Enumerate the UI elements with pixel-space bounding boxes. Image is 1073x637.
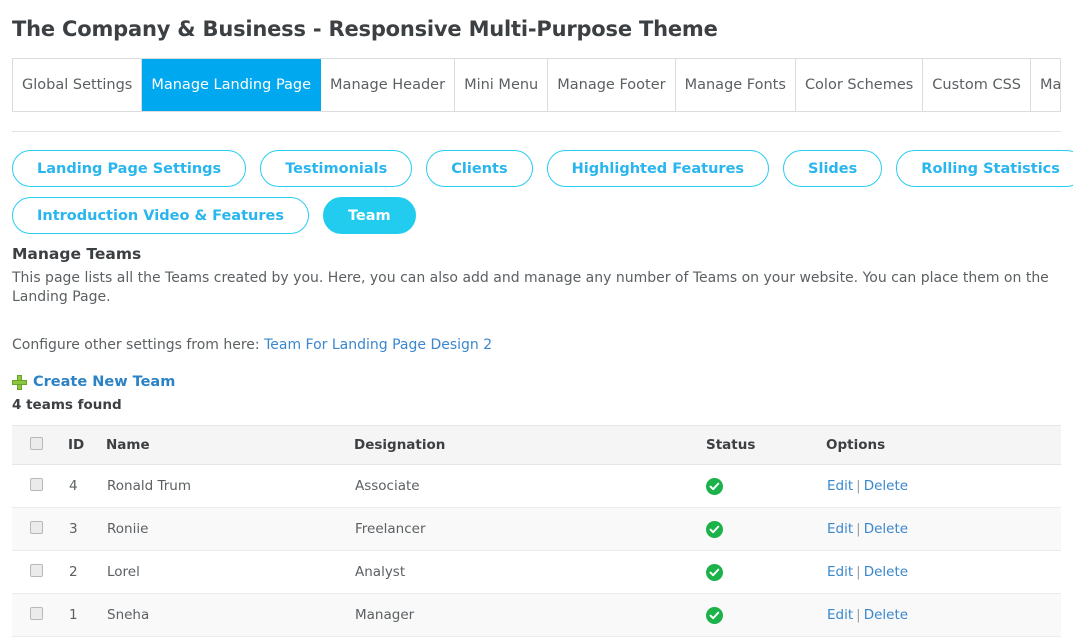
- table-row: 3 Roniie Freelancer Edit | Delete: [12, 507, 1061, 551]
- cell-name: Lorel: [106, 550, 354, 594]
- page-title: The Company & Business - Responsive Mult…: [12, 17, 718, 41]
- pill-highlighted-features[interactable]: Highlighted Features: [546, 150, 770, 187]
- delete-link[interactable]: Delete: [864, 478, 908, 494]
- tab-manage-landing-page[interactable]: Manage Landing Page: [142, 59, 322, 111]
- tab-custom-css[interactable]: Custom CSS: [923, 59, 1031, 111]
- row-checkbox[interactable]: [30, 606, 43, 620]
- pill-rolling-statistics[interactable]: Rolling Statistics: [896, 150, 1073, 187]
- pill-testimonials[interactable]: Testimonials: [260, 150, 413, 187]
- section-title: Manage Teams: [12, 245, 142, 263]
- page-root: The Company & Business - Responsive Mult…: [0, 0, 1073, 637]
- cell-options: Edit | Delete: [826, 593, 1061, 637]
- status-active-icon: [706, 520, 723, 538]
- pill-introduction-video-and-features[interactable]: Introduction Video & Features: [12, 197, 309, 234]
- cell-designation: Associate: [354, 464, 706, 508]
- pill-slides[interactable]: Slides: [783, 150, 883, 187]
- landing-page-section-pills: Landing Page Settings Testimonials Clien…: [12, 150, 1073, 234]
- tab-manage-footer[interactable]: Manage Footer: [548, 59, 676, 111]
- configure-other-settings: Configure other settings from here: Team…: [12, 337, 1061, 353]
- configure-prefix-text: Configure other settings from here:: [12, 337, 260, 353]
- create-new-team-row[interactable]: Create New Team: [12, 374, 1061, 390]
- status-active-icon: [706, 606, 723, 624]
- cell-status: [706, 550, 826, 594]
- options-separator: |: [856, 478, 861, 494]
- create-new-team-label[interactable]: Create New Team: [33, 374, 175, 390]
- section-description: This page lists all the Teams created by…: [12, 270, 1049, 305]
- cell-status: [706, 507, 826, 551]
- tab-manage-fonts[interactable]: Manage Fonts: [675, 59, 796, 111]
- team-for-landing-page-design-2-link[interactable]: Team For Landing Page Design 2: [264, 337, 492, 353]
- teams-table-body: 4 Ronald Trum Associate Edit | Delete 3 Ro…: [12, 464, 1061, 637]
- cell-id: 2: [68, 550, 106, 594]
- cell-options: Edit | Delete: [826, 550, 1061, 594]
- pill-landing-page-settings[interactable]: Landing Page Settings: [12, 150, 247, 187]
- row-checkbox[interactable]: [30, 520, 43, 534]
- teams-table: ID Name Designation Status Options 4 Ron…: [12, 425, 1061, 637]
- select-all-header: [12, 425, 68, 465]
- teams-found-count: 4 teams found: [12, 397, 122, 413]
- column-header-status[interactable]: Status: [706, 425, 826, 465]
- column-header-designation[interactable]: Designation: [354, 425, 706, 465]
- cell-name: Sneha: [106, 593, 354, 637]
- table-row: 1 Sneha Manager Edit | Delete: [12, 593, 1061, 637]
- cell-options: Edit | Delete: [826, 507, 1061, 551]
- table-row: 2 Lorel Analyst Edit | Delete: [12, 550, 1061, 594]
- edit-link[interactable]: Edit: [827, 521, 853, 537]
- options-separator: |: [856, 564, 861, 580]
- delete-link[interactable]: Delete: [864, 564, 908, 580]
- table-row: 4 Ronald Trum Associate Edit | Delete: [12, 464, 1061, 508]
- edit-link[interactable]: Edit: [827, 607, 853, 623]
- cell-status: [706, 464, 826, 508]
- pill-clients[interactable]: Clients: [426, 150, 533, 187]
- row-select-cell: [12, 464, 68, 508]
- cell-designation: Manager: [354, 593, 706, 637]
- edit-link[interactable]: Edit: [827, 478, 853, 494]
- edit-link[interactable]: Edit: [827, 564, 853, 580]
- column-header-name[interactable]: Name: [106, 425, 354, 465]
- row-checkbox[interactable]: [30, 563, 43, 577]
- cell-id: 1: [68, 593, 106, 637]
- cell-status: [706, 593, 826, 637]
- row-select-cell: [12, 593, 68, 637]
- row-select-cell: [12, 550, 68, 594]
- column-header-id[interactable]: ID: [68, 425, 106, 465]
- cell-options: Edit | Delete: [826, 464, 1061, 508]
- tab-color-schemes[interactable]: Color Schemes: [795, 59, 924, 111]
- teams-table-head: ID Name Designation Status Options: [12, 425, 1061, 465]
- pill-row-1: Landing Page Settings Testimonials Clien…: [12, 150, 1073, 187]
- cell-designation: Analyst: [354, 550, 706, 594]
- cell-designation: Freelancer: [354, 507, 706, 551]
- row-checkbox[interactable]: [30, 477, 43, 491]
- section-divider: [12, 131, 1061, 132]
- delete-link[interactable]: Delete: [864, 607, 908, 623]
- options-separator: |: [856, 607, 861, 623]
- settings-tab-strip: Global Settings Manage Landing Page Mana…: [12, 58, 1061, 112]
- cell-id: 3: [68, 507, 106, 551]
- tab-manage-header[interactable]: Manage Header: [321, 59, 456, 111]
- plus-icon: [12, 374, 27, 390]
- row-select-cell: [12, 507, 68, 551]
- select-all-checkbox[interactable]: [30, 436, 43, 450]
- cell-name: Roniie: [106, 507, 354, 551]
- tab-manage-banners[interactable]: Manage Banners: [1031, 59, 1060, 111]
- cell-id: 4: [68, 464, 106, 508]
- table-header-row: ID Name Designation Status Options: [12, 425, 1061, 465]
- tab-global-settings[interactable]: Global Settings: [13, 59, 143, 111]
- pill-row-2: Introduction Video & Features Team: [12, 197, 1061, 234]
- options-separator: |: [856, 521, 861, 537]
- delete-link[interactable]: Delete: [864, 521, 908, 537]
- tab-mini-menu[interactable]: Mini Menu: [455, 59, 549, 111]
- status-active-icon: [706, 563, 723, 581]
- cell-name: Ronald Trum: [106, 464, 354, 508]
- status-active-icon: [706, 477, 723, 495]
- column-header-options: Options: [826, 425, 1061, 465]
- pill-team[interactable]: Team: [322, 197, 416, 234]
